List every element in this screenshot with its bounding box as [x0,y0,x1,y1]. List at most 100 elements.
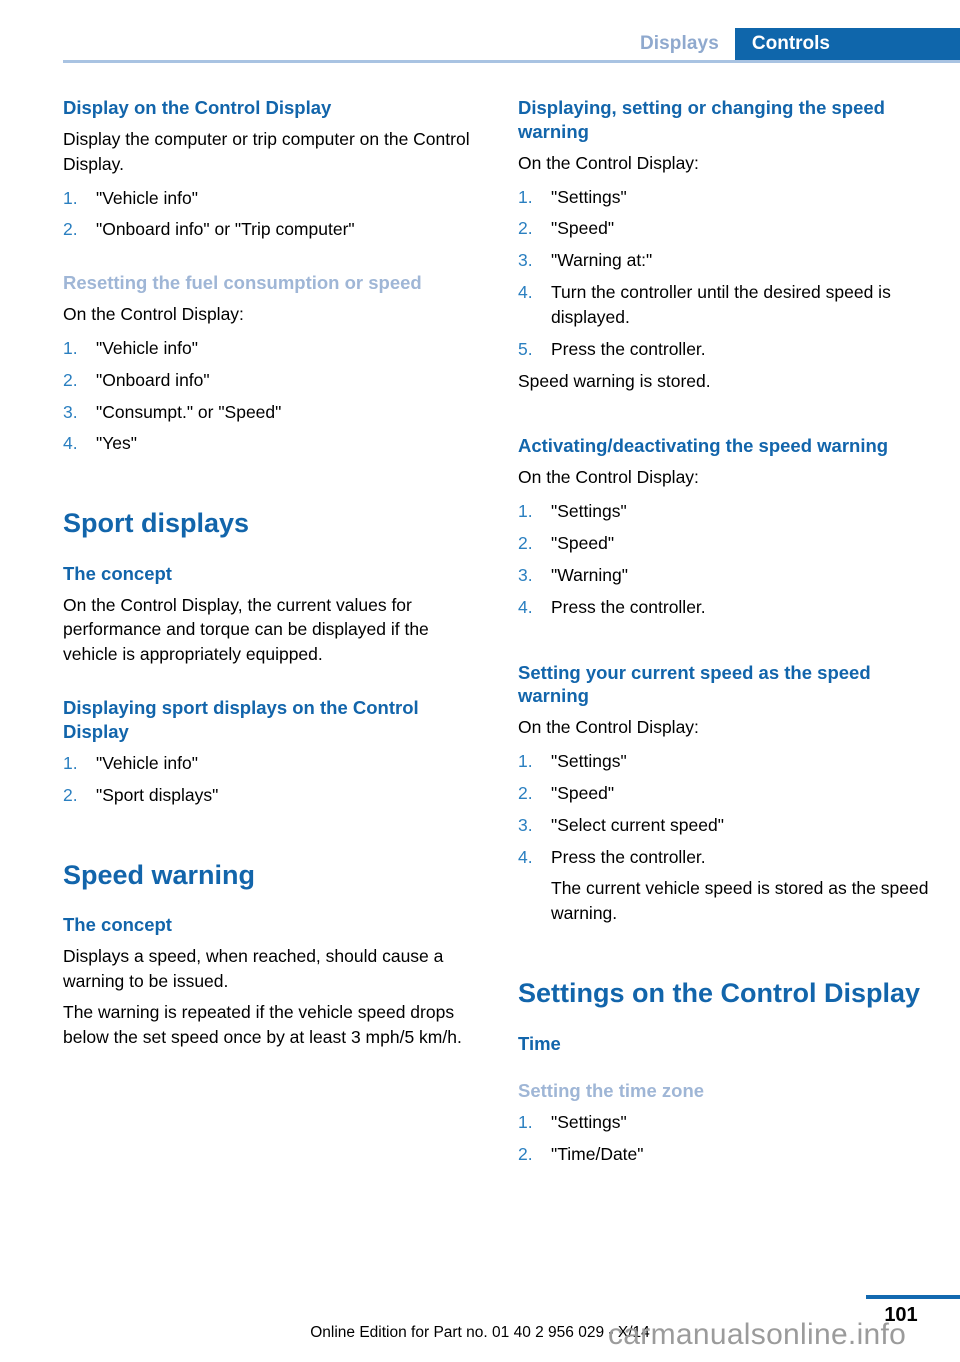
section-heading: Displaying sport displays on the Control… [63,697,419,742]
section-resetting-fuel-consumption: Resetting the fuel consumption or speed … [63,271,480,456]
list-item-text: "Settings" [551,1112,627,1133]
list-item-text: "Yes" [96,433,137,454]
section-heading: Setting your current speed as the speed … [518,661,871,707]
list-item-text: "Vehicle info" [96,187,198,208]
list-item-number: 1. [518,501,533,522]
header-chapter-label[interactable]: Displays [640,28,735,60]
list-item-note: The current vehicle speed is stored as t… [551,878,929,924]
list-item: 1. "Vehicle info" [63,751,480,776]
section-paragraph: On the Control Display: [63,304,244,325]
header-tabs: Displays Controls [640,28,960,60]
list-item-number: 3. [518,564,533,585]
edition-note: Online Edition for Part no. 01 40 2 956 … [310,1324,650,1341]
list-item-text: "Vehicle info" [96,752,198,773]
section-heading: Displaying, setting or changing the spee… [518,97,885,142]
section-paragraph: On the Control Display, the current valu… [63,594,429,665]
ordered-list: 1. "Settings" 2. "Speed" 3. "Select curr… [518,749,935,926]
section-display-on-control-display: Display on the Control Display Display t… [63,96,480,242]
ordered-list: 1. "Settings" 2. "Time/Date" [518,1110,935,1167]
list-item-number: 1. [518,751,533,772]
list-item: 1. "Settings" [518,749,935,774]
list-item-text: "Time/Date" [551,1144,644,1165]
section-heading: Resetting the fuel consumption or speed [63,272,422,294]
ordered-list: 1. "Vehicle info" 2. "Sport displays" [63,751,480,808]
list-item-text: "Speed" [551,218,615,239]
section-paragraph: On the Control Display: [518,467,699,488]
header-section-label[interactable]: Controls [734,28,960,60]
list-item-text: "Settings" [551,751,627,772]
right-column: Displaying, setting or changing the spee… [518,96,935,1174]
header-divider-rule [63,60,960,63]
section-setting-current-speed-as-warning: Setting your current speed as the speed … [518,661,935,927]
list-item-number: 2. [63,219,78,240]
list-item-number: 2. [518,533,533,554]
list-item-text: "Vehicle info" [96,337,198,358]
list-item: 1. "Settings" [518,1110,935,1135]
page-footer: 101 Online Edition for Part no. 01 40 2 … [0,1282,960,1362]
list-item-text: "Warning" [551,564,628,585]
list-item-number: 4. [63,433,78,454]
list-item-text: "Speed" [551,533,615,554]
list-item-number: 1. [518,1112,533,1133]
footer-divider-rule [866,1295,960,1299]
list-item: 4. Press the controller. The current veh… [518,845,935,927]
list-item-number: 1. [63,187,78,208]
section-heading: The concept [63,562,172,584]
list-item: 2. "Speed" [518,216,935,241]
list-item: 2. "Onboard info" [63,368,480,393]
list-item-text: Press the controller. [551,846,706,867]
list-item: 1. "Vehicle info" [63,186,480,211]
list-item: 4. "Yes" [63,431,480,456]
list-item-text: "Warning at:" [551,250,653,271]
list-item: 1. "Vehicle info" [63,336,480,361]
list-item-number: 3. [63,401,78,422]
section-heading: Activating/deactivating the speed warnin… [518,435,889,457]
list-item-number: 5. [518,338,533,359]
list-item-number: 3. [518,250,533,271]
section-heading: The concept [63,913,172,935]
list-item: 3. "Warning" [518,563,935,588]
section-paragraph: On the Control Display: [518,717,699,738]
section-speed-warning: Speed warning The concept Displays a spe… [63,859,480,1051]
list-item-text: "Settings" [551,501,627,522]
list-item-number: 4. [518,596,533,617]
section-activating-deactivating-speed-warning: Activating/deactivating the speed warnin… [518,434,935,619]
section-paragraph: Displays a speed, when reached, should c… [63,945,444,991]
section-settings-on-control-display: Settings on the Control Display Time Set… [518,977,935,1167]
section-displaying-setting-speed-warning: Displaying, setting or changing the spee… [518,96,935,393]
ordered-list: 1. "Settings" 2. "Speed" 3. "Warning" 4.… [518,499,935,619]
list-item-text: Turn the controller until the desired sp… [551,282,891,327]
list-item: 4. Press the controller. [518,595,935,620]
list-item-text: "Consumpt." or "Speed" [96,401,282,422]
ordered-list: 1. "Vehicle info" 2. "Onboard info" or "… [63,186,480,243]
ordered-list: 1. "Settings" 2. "Speed" 3. "Warning at:… [518,185,935,362]
section-displaying-sport-displays: Displaying sport displays on the Control… [63,696,480,807]
list-item-text: Press the controller. [551,338,706,359]
list-item-number: 2. [518,782,533,803]
list-item-number: 2. [63,784,78,805]
list-item-text: "Select current speed" [551,814,724,835]
list-item: 2. "Speed" [518,781,935,806]
list-item-number: 2. [63,369,78,390]
list-item-number: 1. [63,752,78,773]
list-item-number: 2. [518,218,533,239]
list-item-text: "Sport displays" [96,784,219,805]
list-item-text: "Onboard info" [96,369,210,390]
page-title-sport-displays: Sport displays [63,508,250,539]
section-sport-displays: Sport displays The concept On the Contro… [63,507,480,667]
left-column: Display on the Control Display Display t… [63,96,480,1174]
ordered-list: 1. "Vehicle info" 2. "Onboard info" 3. "… [63,336,480,456]
list-item-text: "Speed" [551,782,615,803]
list-item-number: 4. [518,282,533,303]
list-item-number: 4. [518,846,533,867]
list-item-text: "Onboard info" or "Trip computer" [96,219,355,240]
section-heading-time-zone: Setting the time zone [518,1080,705,1102]
list-item-number: 1. [63,337,78,358]
list-item: 3. "Select current speed" [518,813,935,838]
